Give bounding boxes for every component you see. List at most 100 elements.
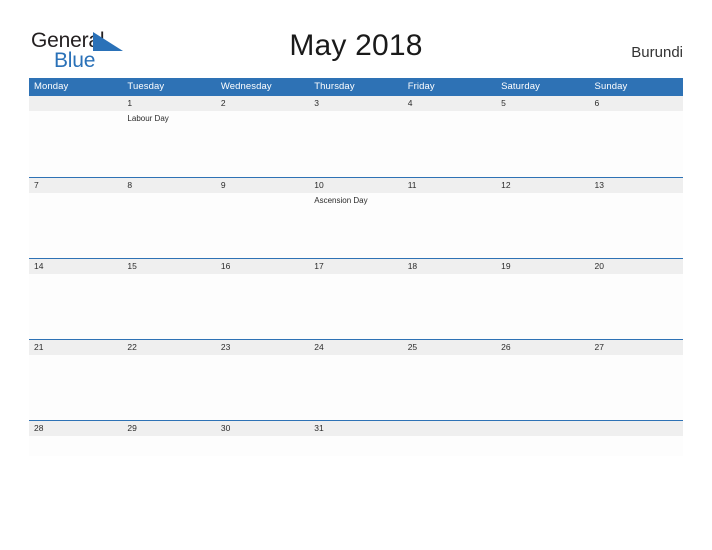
- event-row: Ascension Day: [29, 193, 683, 258]
- day-events: [590, 436, 683, 456]
- date-number: 10: [314, 180, 324, 190]
- day-cell[interactable]: 20: [590, 259, 683, 274]
- day-events: [216, 193, 309, 258]
- day-events: [309, 274, 402, 339]
- day-cell[interactable]: 9: [216, 178, 309, 193]
- date-number: 16: [220, 261, 231, 271]
- weekday-label: Sunday: [594, 81, 628, 92]
- weekday-label: Saturday: [501, 81, 540, 92]
- day-cell[interactable]: 19: [496, 259, 589, 274]
- weekday-label: Friday: [407, 81, 435, 92]
- date-number: 20: [594, 261, 604, 271]
- date-number-row: 7 8 9 10 11 12 13: [29, 178, 683, 193]
- day-cell[interactable]: 31: [309, 421, 402, 436]
- day-cell[interactable]: 27: [590, 340, 683, 355]
- day-events: [496, 274, 589, 339]
- day-cell[interactable]: 18: [403, 259, 496, 274]
- weekday-header-saturday: Saturday: [496, 78, 589, 96]
- week-row: 21 22 23 24 25 26 27: [29, 339, 683, 420]
- day-cell[interactable]: 14: [29, 259, 122, 274]
- day-cell[interactable]: [403, 421, 496, 436]
- day-events: [29, 436, 122, 456]
- date-number: 29: [127, 423, 137, 433]
- event-row: [29, 355, 683, 420]
- date-number: 21: [34, 342, 44, 352]
- day-events: [590, 111, 683, 177]
- day-events: [29, 274, 122, 339]
- date-number: 26: [501, 342, 511, 352]
- day-cell[interactable]: 29: [122, 421, 215, 436]
- date-number: 1: [127, 98, 133, 108]
- date-number: 5: [501, 98, 506, 108]
- day-cell[interactable]: 10: [309, 178, 402, 193]
- week-row: 14 15 16 17 18 19 20: [29, 258, 683, 339]
- week-row: 1 2 3 4 5 6 Labour Day: [29, 96, 683, 177]
- day-events: [216, 355, 309, 420]
- day-cell[interactable]: 16: [216, 259, 309, 274]
- day-cell[interactable]: 11: [403, 178, 496, 193]
- day-cell[interactable]: 28: [29, 421, 122, 436]
- day-events: [122, 274, 215, 339]
- day-cell[interactable]: 21: [29, 340, 122, 355]
- day-cell[interactable]: 22: [122, 340, 215, 355]
- day-cell[interactable]: 2: [216, 96, 309, 111]
- event-row: Labour Day: [29, 111, 683, 177]
- day-events: [403, 111, 496, 177]
- date-number: 22: [127, 342, 137, 352]
- day-cell[interactable]: 1: [122, 96, 215, 111]
- weekday-label: Tuesday: [127, 81, 165, 92]
- day-cell[interactable]: 24: [309, 340, 402, 355]
- week-row: 28 29 30 31: [29, 420, 683, 456]
- calendar-page: General Blue May 2018 Burundi Monday Tue…: [0, 0, 712, 550]
- day-cell[interactable]: 13: [590, 178, 683, 193]
- day-events: [590, 274, 683, 339]
- weekday-header-monday: Monday: [29, 78, 122, 96]
- date-number: 8: [127, 180, 133, 190]
- day-cell[interactable]: 4: [403, 96, 496, 111]
- day-cell[interactable]: 15: [122, 259, 215, 274]
- day-cell[interactable]: 26: [496, 340, 589, 355]
- day-cell[interactable]: 25: [403, 340, 496, 355]
- weekday-label: Wednesday: [220, 81, 272, 92]
- date-number-row: 28 29 30 31: [29, 421, 683, 436]
- day-cell[interactable]: 7: [29, 178, 122, 193]
- day-cell[interactable]: [590, 421, 683, 436]
- day-cell[interactable]: 30: [216, 421, 309, 436]
- day-cell[interactable]: 3: [309, 96, 402, 111]
- day-cell[interactable]: 8: [122, 178, 215, 193]
- day-events: [496, 436, 589, 456]
- day-events: [29, 193, 122, 258]
- day-cell[interactable]: 23: [216, 340, 309, 355]
- date-number-row: 14 15 16 17 18 19 20: [29, 259, 683, 274]
- date-number: 14: [34, 261, 44, 271]
- day-events: Ascension Day: [309, 193, 402, 258]
- day-cell[interactable]: 12: [496, 178, 589, 193]
- date-number: 6: [594, 98, 600, 108]
- date-number: 17: [314, 261, 324, 271]
- date-number: 15: [127, 261, 137, 271]
- event-row: [29, 436, 683, 456]
- weekday-label: Thursday: [314, 81, 355, 92]
- weekday-label: Monday: [34, 81, 69, 92]
- date-number: 31: [314, 423, 324, 433]
- date-number: 27: [594, 342, 604, 352]
- day-events: [29, 355, 122, 420]
- date-number-row: 1 2 3 4 5 6: [29, 96, 683, 111]
- day-events: [309, 355, 402, 420]
- day-cell[interactable]: 5: [496, 96, 589, 111]
- day-events: [309, 436, 402, 456]
- day-cell[interactable]: [496, 421, 589, 436]
- page-header: General Blue May 2018 Burundi: [0, 0, 712, 76]
- day-events: [590, 355, 683, 420]
- day-events: [29, 111, 122, 177]
- weekday-header-sunday: Sunday: [590, 78, 683, 96]
- date-number: 4: [407, 98, 413, 108]
- date-number: 7: [34, 180, 39, 190]
- weekday-header-thursday: Thursday: [309, 78, 402, 96]
- day-cell[interactable]: 17: [309, 259, 402, 274]
- day-events: [496, 193, 589, 258]
- day-events: [216, 436, 309, 456]
- day-cell[interactable]: [29, 96, 122, 111]
- date-number: 19: [501, 261, 511, 271]
- day-cell[interactable]: 6: [590, 96, 683, 111]
